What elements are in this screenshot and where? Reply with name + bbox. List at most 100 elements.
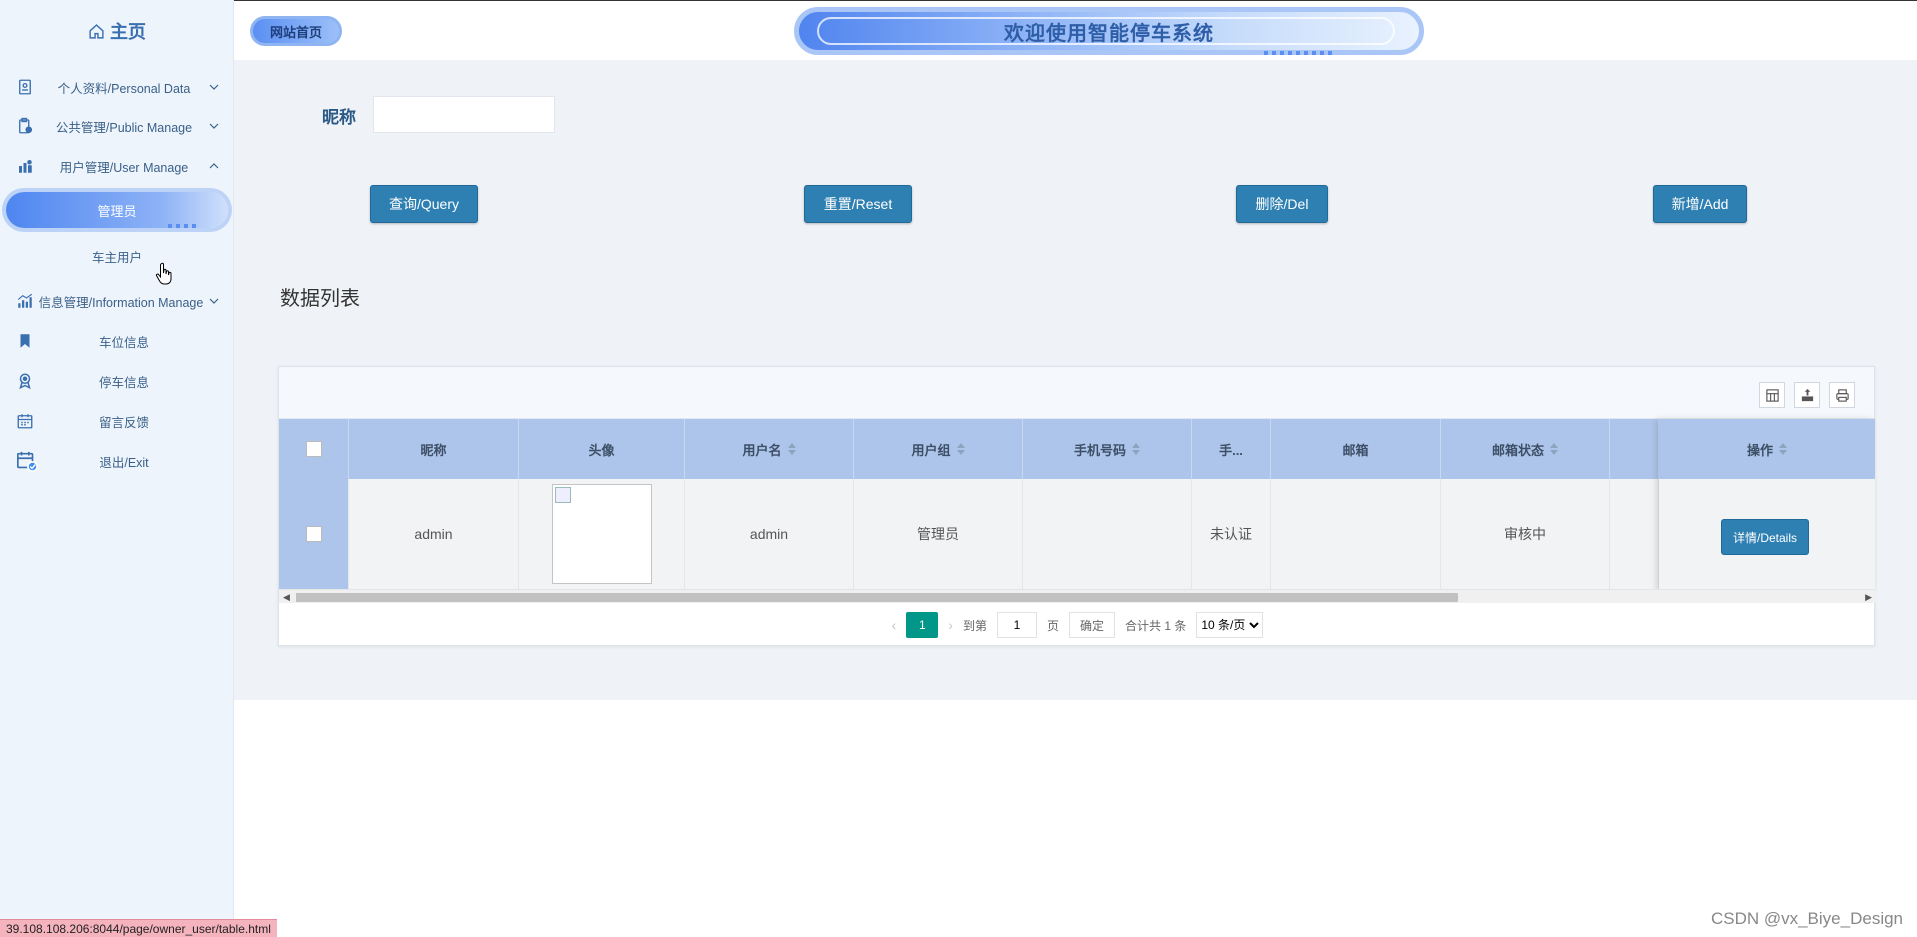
goto-confirm-button[interactable]: 确定 [1069, 612, 1116, 638]
watermark: CSDN @vx_Biye_Design [1710, 909, 1903, 928]
sidebar-item-label: 停车信息 [98, 375, 149, 390]
sort-icon[interactable] [956, 443, 965, 455]
sidebar-item-feedback[interactable]: 留言反馈 [0, 403, 234, 439]
sort-icon[interactable] [1132, 443, 1140, 455]
header-extra [1610, 419, 1659, 479]
current-page[interactable]: 1 [906, 612, 939, 638]
top-header: 网站首页 欢迎使用智能停车系统 [234, 0, 1917, 60]
sidebar-item-personal-data[interactable]: 个人资料/Personal Data [0, 69, 234, 105]
prev-page-icon[interactable]: ‹ [892, 617, 897, 633]
header-label: 邮箱状态 [1491, 442, 1544, 458]
reset-button-label: 重置/Reset [823, 196, 893, 212]
header-label: 邮箱 [1342, 442, 1369, 458]
search-nickname-input[interactable] [373, 96, 555, 133]
header-label: 用户组 [911, 442, 951, 458]
sidebar-subitem-car-owner[interactable]: 车主用户 [0, 238, 234, 274]
sidebar-item-label: 信息管理/Information Manage [38, 295, 204, 310]
export-icon [1801, 388, 1813, 401]
chevron-down-icon [209, 84, 219, 90]
export-button[interactable] [1794, 382, 1820, 408]
query-button[interactable]: 查询/Query [370, 185, 478, 223]
reset-button[interactable]: 重置/Reset [804, 185, 912, 223]
page-size-select[interactable]: 10 条/页 [1196, 612, 1264, 638]
sort-icon[interactable] [1550, 443, 1558, 455]
header-operation[interactable]: 操作 [1659, 419, 1875, 479]
sidebar-item-exit[interactable]: 退出/Exit [0, 443, 234, 479]
cell-text: 管理员 [917, 526, 959, 542]
next-page-icon[interactable]: › [948, 617, 953, 633]
sidebar-item-label: 退出/Exit [99, 455, 149, 470]
sidebar-item-public-manage[interactable]: 公共管理/Public Manage [0, 108, 234, 144]
add-button-label: 新增/Add [1671, 196, 1729, 212]
sidebar-subitem-label: 管理员 [97, 203, 137, 219]
header-username[interactable]: 用户名 [685, 419, 854, 479]
main-content: 昵称 查询/Query 重置/Reset 删除/Del 新增/Add 数据列表 … [234, 60, 1917, 700]
cell-text: admin [414, 526, 453, 542]
column-filter-button[interactable] [1759, 382, 1785, 408]
badge-icon [19, 373, 31, 390]
header-user-group[interactable]: 用户组 [854, 419, 1023, 479]
sidebar-item-parking-space[interactable]: 车位信息 [0, 323, 234, 359]
sort-icon[interactable] [787, 443, 796, 455]
cell-username: admin [685, 479, 854, 589]
header-phone[interactable]: 手机号码 [1023, 419, 1192, 479]
columns-icon [1765, 388, 1779, 402]
sidebar-subitem-admin[interactable]: 管理员 [6, 192, 228, 228]
avatar-image [551, 484, 652, 584]
add-button[interactable]: 新增/Add [1653, 185, 1747, 223]
cell-phone [1023, 479, 1192, 589]
row-select-cell[interactable] [279, 479, 349, 589]
clipboard-icon [19, 117, 33, 134]
data-list-title: 数据列表 [280, 288, 360, 310]
print-button[interactable] [1829, 382, 1855, 408]
user-building-icon [19, 160, 32, 173]
chevron-down-icon [209, 123, 219, 129]
sidebar: 主页 个人资料/Personal Data 公共管理/Public Manage… [0, 0, 234, 937]
header-label: 昵称 [420, 442, 447, 458]
cell-user-group: 管理员 [854, 479, 1023, 589]
total-count: 合计共 1 条 [1125, 618, 1187, 633]
print-icon [1835, 388, 1849, 402]
cell-extra [1610, 479, 1659, 589]
goto-page-input[interactable] [996, 612, 1037, 638]
header-truncated: 手... [1192, 419, 1271, 479]
cell-text: 审核中 [1504, 526, 1546, 542]
table-row: admin admin 管理员 未认证 审核中 [279, 479, 1659, 589]
scroll-left-icon[interactable]: ◀ [283, 592, 290, 603]
header-label: 用户名 [742, 442, 782, 458]
hand-cursor-icon [155, 262, 172, 285]
details-button[interactable]: 详情/Details [1721, 519, 1809, 555]
cell-avatar [519, 479, 685, 589]
sort-icon[interactable] [1779, 443, 1787, 455]
page-unit-label: 页 [1046, 618, 1059, 633]
delete-button-label: 删除/Del [1255, 196, 1309, 212]
sidebar-subitem-label: 车主用户 [91, 250, 142, 265]
horizontal-scrollbar[interactable]: ◀ ▶ [279, 589, 1876, 603]
scrollbar-thumb[interactable] [296, 593, 1458, 602]
chevron-up-icon [209, 163, 219, 169]
chart-icon [17, 293, 33, 308]
delete-button[interactable]: 删除/Del [1236, 185, 1328, 223]
header-label: 手... [1219, 442, 1243, 458]
sidebar-item-parking-info[interactable]: 停车信息 [0, 363, 234, 399]
header-avatar: 头像 [519, 419, 685, 479]
scroll-right-icon[interactable]: ▶ [1865, 592, 1872, 603]
cell-nickname: admin [349, 479, 519, 589]
search-nickname-label: 昵称 [322, 108, 356, 127]
select-all-checkbox[interactable] [305, 441, 322, 457]
sidebar-item-label: 留言反馈 [98, 415, 149, 430]
header-email: 邮箱 [1271, 419, 1441, 479]
decoration-dots [1264, 51, 1336, 55]
sidebar-home-link[interactable]: 主页 [0, 14, 234, 48]
site-home-button[interactable]: 网站首页 [250, 16, 342, 46]
header-select-all[interactable] [279, 419, 349, 479]
sidebar-item-label: 个人资料/Personal Data [57, 81, 191, 96]
row-checkbox[interactable] [305, 526, 322, 542]
welcome-banner: 欢迎使用智能停车系统 [794, 7, 1424, 55]
header-email-status[interactable]: 邮箱状态 [1441, 419, 1610, 479]
decoration-dots [168, 224, 196, 228]
sidebar-home-label: 主页 [110, 22, 146, 42]
sidebar-item-information-manage[interactable]: 信息管理/Information Manage [0, 283, 234, 319]
sidebar-item-user-manage[interactable]: 用户管理/User Manage [0, 148, 234, 184]
sidebar-item-label: 用户管理/User Manage [59, 160, 189, 175]
